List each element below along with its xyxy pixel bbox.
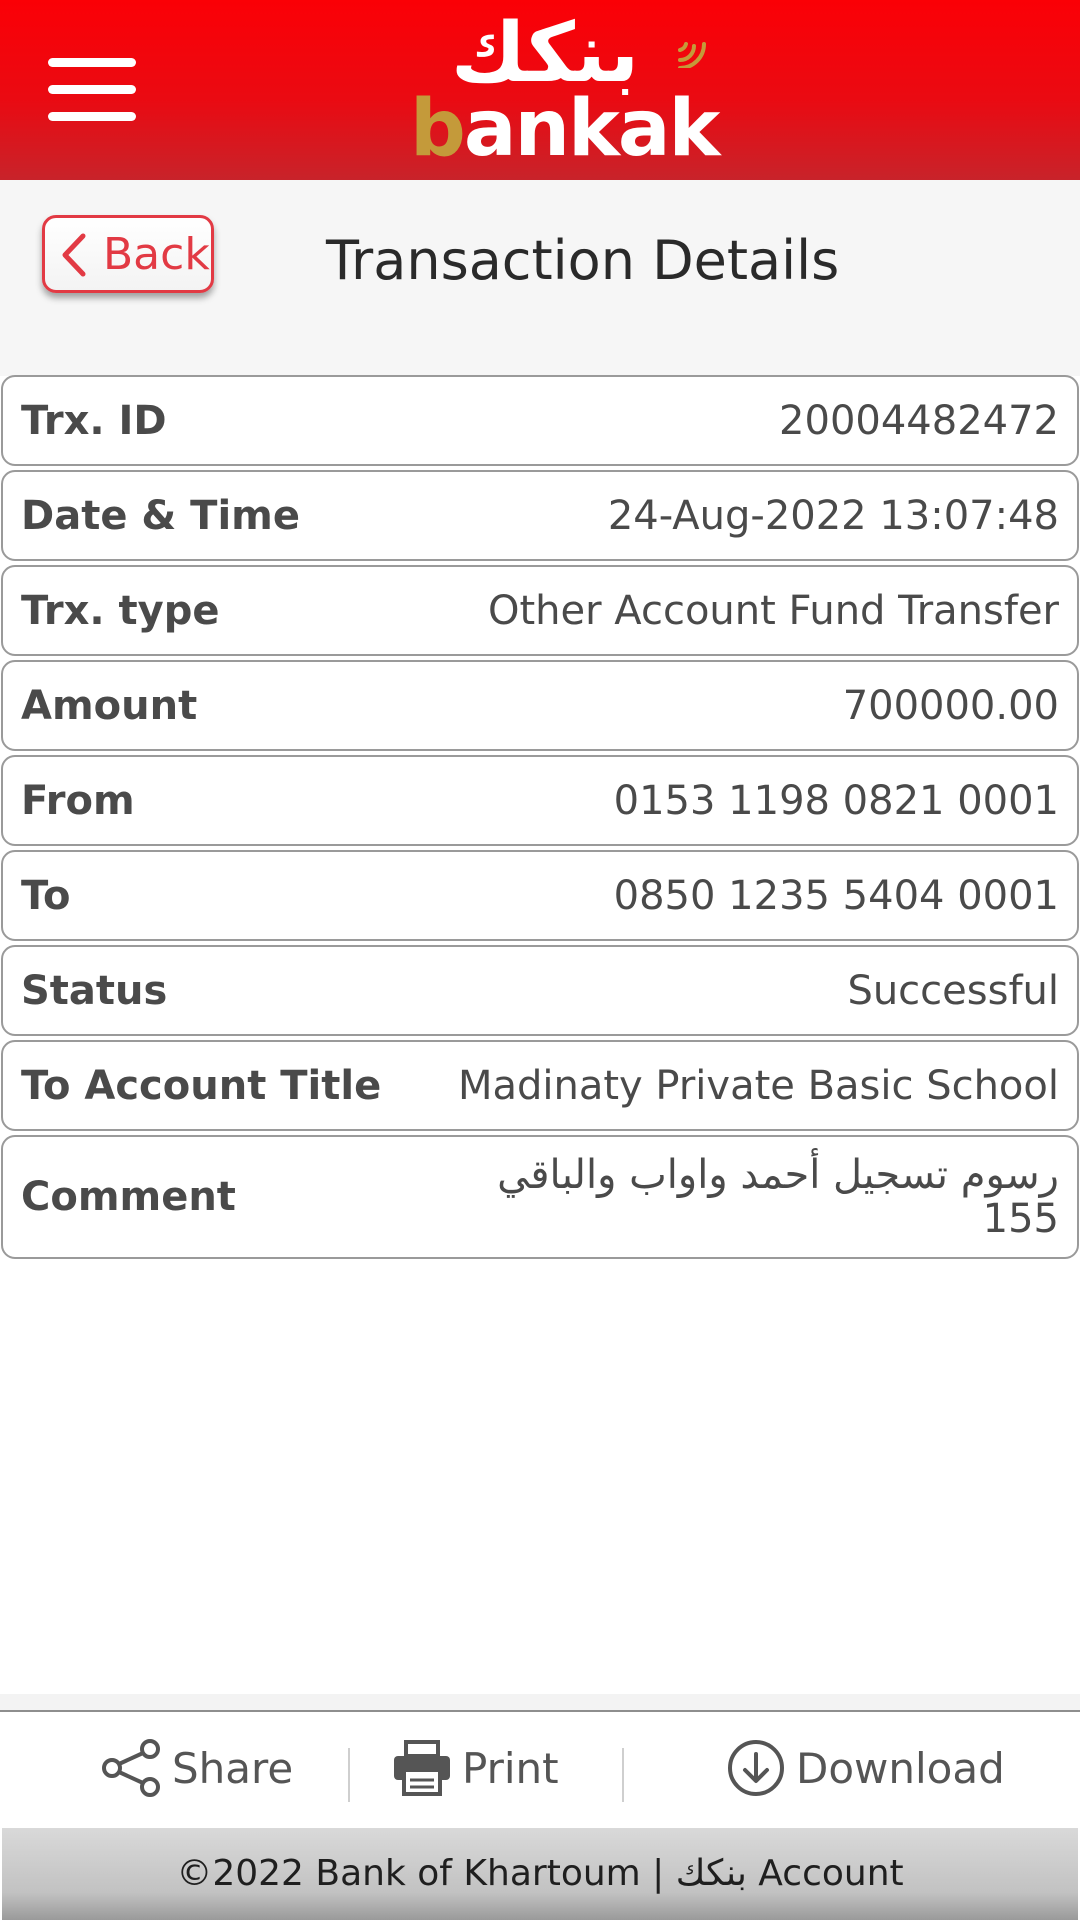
footer-copyright: ©2022 Bank of Khartoum | بنكك Account [2, 1828, 1078, 1920]
signal-waves-icon [678, 42, 706, 68]
detail-label: Trx. ID [21, 397, 167, 444]
detail-row-comment: Comment رسوم تسجيل أحمد واواب والباقي 15… [1, 1135, 1079, 1259]
detail-label: Comment [21, 1174, 236, 1220]
action-divider [348, 1748, 350, 1802]
back-button[interactable]: Back [42, 215, 214, 293]
detail-value: 0153 1198 0821 0001 [613, 777, 1059, 824]
detail-row-status: Status Successful [1, 945, 1079, 1036]
comment-line-1: رسوم تسجيل أحمد واواب والباقي [497, 1152, 1059, 1198]
download-label: Download [796, 1743, 1005, 1793]
detail-row-to: To 0850 1235 5404 0001 [1, 850, 1079, 941]
download-circle-icon [728, 1740, 784, 1796]
hamburger-menu-icon[interactable] [48, 58, 136, 122]
logo-latin-text: bankak [410, 90, 720, 170]
detail-label: To [21, 872, 71, 919]
chevron-left-icon [62, 233, 86, 277]
logo-letter-b: b [410, 84, 466, 174]
detail-row-trx-id: Trx. ID 20004482472 [1, 375, 1079, 466]
detail-value: 24-Aug-2022 13:07:48 [607, 492, 1059, 539]
print-button[interactable]: Print [392, 1712, 559, 1824]
print-label: Print [462, 1743, 559, 1793]
printer-icon [394, 1740, 450, 1796]
detail-value: Other Account Fund Transfer [488, 587, 1059, 634]
detail-row-amount: Amount 700000.00 [1, 660, 1079, 751]
detail-row-trx-type: Trx. type Other Account Fund Transfer [1, 565, 1079, 656]
detail-label: Status [21, 967, 168, 1014]
detail-value: رسوم تسجيل أحمد واواب والباقي 155 [497, 1137, 1059, 1257]
detail-value: Successful [847, 967, 1059, 1014]
action-bar: Share Print Download [0, 1710, 1080, 1828]
share-icon [102, 1739, 160, 1797]
action-bar-shadow [0, 1694, 1080, 1710]
detail-value: Madinaty Private Basic School [457, 1062, 1059, 1109]
detail-label: From [21, 777, 135, 824]
detail-row-to-account-title: To Account Title Madinaty Private Basic … [1, 1040, 1079, 1131]
detail-value: 700000.00 [842, 682, 1059, 729]
logo-letters-rest: ankak [463, 84, 721, 174]
action-divider [622, 1748, 624, 1802]
download-button[interactable]: Download [726, 1712, 1005, 1824]
logo-arabic-text: بنكك [450, 6, 640, 101]
detail-label: Date & Time [21, 492, 300, 539]
title-bar: Back Transaction Details [0, 180, 1080, 376]
share-button[interactable]: Share [100, 1712, 293, 1824]
detail-label: Amount [21, 682, 198, 729]
back-button-label: Back [103, 229, 210, 280]
app-header: بنكك bankak [0, 0, 1080, 180]
detail-row-from: From 0153 1198 0821 0001 [1, 755, 1079, 846]
detail-value: 0850 1235 5404 0001 [613, 872, 1059, 919]
detail-label: To Account Title [21, 1062, 382, 1109]
detail-label: Trx. type [21, 587, 220, 634]
bankak-logo: بنكك bankak [410, 6, 720, 169]
share-label: Share [172, 1743, 294, 1793]
transaction-details-list: Trx. ID 20004482472 Date & Time 24-Aug-2… [0, 375, 1080, 1263]
comment-line-2: 155 [982, 1196, 1059, 1242]
page-title: Transaction Details [326, 229, 840, 292]
detail-row-date-time: Date & Time 24-Aug-2022 13:07:48 [1, 470, 1079, 561]
detail-value: 20004482472 [779, 397, 1059, 444]
